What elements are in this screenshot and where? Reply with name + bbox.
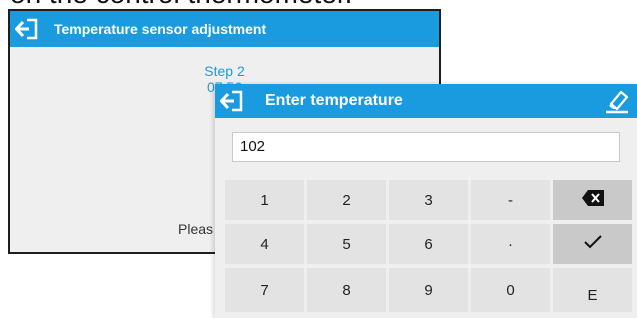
key-5[interactable]: 5 <box>307 224 386 264</box>
window-titlebar: Temperature sensor adjustment <box>10 11 439 47</box>
key-0[interactable]: 0 <box>471 268 550 312</box>
key-minus[interactable]: - <box>471 180 550 220</box>
key-2[interactable]: 2 <box>307 180 386 220</box>
key-6[interactable]: 6 <box>389 224 468 264</box>
key-7[interactable]: 7 <box>225 268 304 312</box>
key-1[interactable]: 1 <box>225 180 304 220</box>
temperature-input[interactable]: 102 <box>232 132 620 162</box>
instruction-text: Pleas <box>178 221 214 237</box>
dialog-title: Enter temperature <box>265 92 403 109</box>
backspace-icon <box>581 190 604 210</box>
key-e[interactable]: E <box>553 268 632 312</box>
key-9[interactable]: 9 <box>389 268 468 312</box>
key-3[interactable]: 3 <box>389 180 468 220</box>
exit-icon[interactable] <box>215 83 249 119</box>
enter-temperature-dialog: Enter temperature 102 1 2 3 - 4 5 6 · 7 … <box>215 84 637 318</box>
key-dot[interactable]: · <box>471 224 550 264</box>
key-8[interactable]: 8 <box>307 268 386 312</box>
eraser-icon[interactable] <box>603 87 631 115</box>
exit-icon[interactable] <box>10 11 44 47</box>
step-label: Step 2 <box>204 63 245 79</box>
backspace-key[interactable] <box>553 180 632 220</box>
checkmark-icon <box>583 235 602 253</box>
window-title: Temperature sensor adjustment <box>54 21 267 37</box>
confirm-key[interactable] <box>553 224 632 264</box>
key-4[interactable]: 4 <box>225 224 304 264</box>
dialog-titlebar: Enter temperature <box>215 84 637 118</box>
